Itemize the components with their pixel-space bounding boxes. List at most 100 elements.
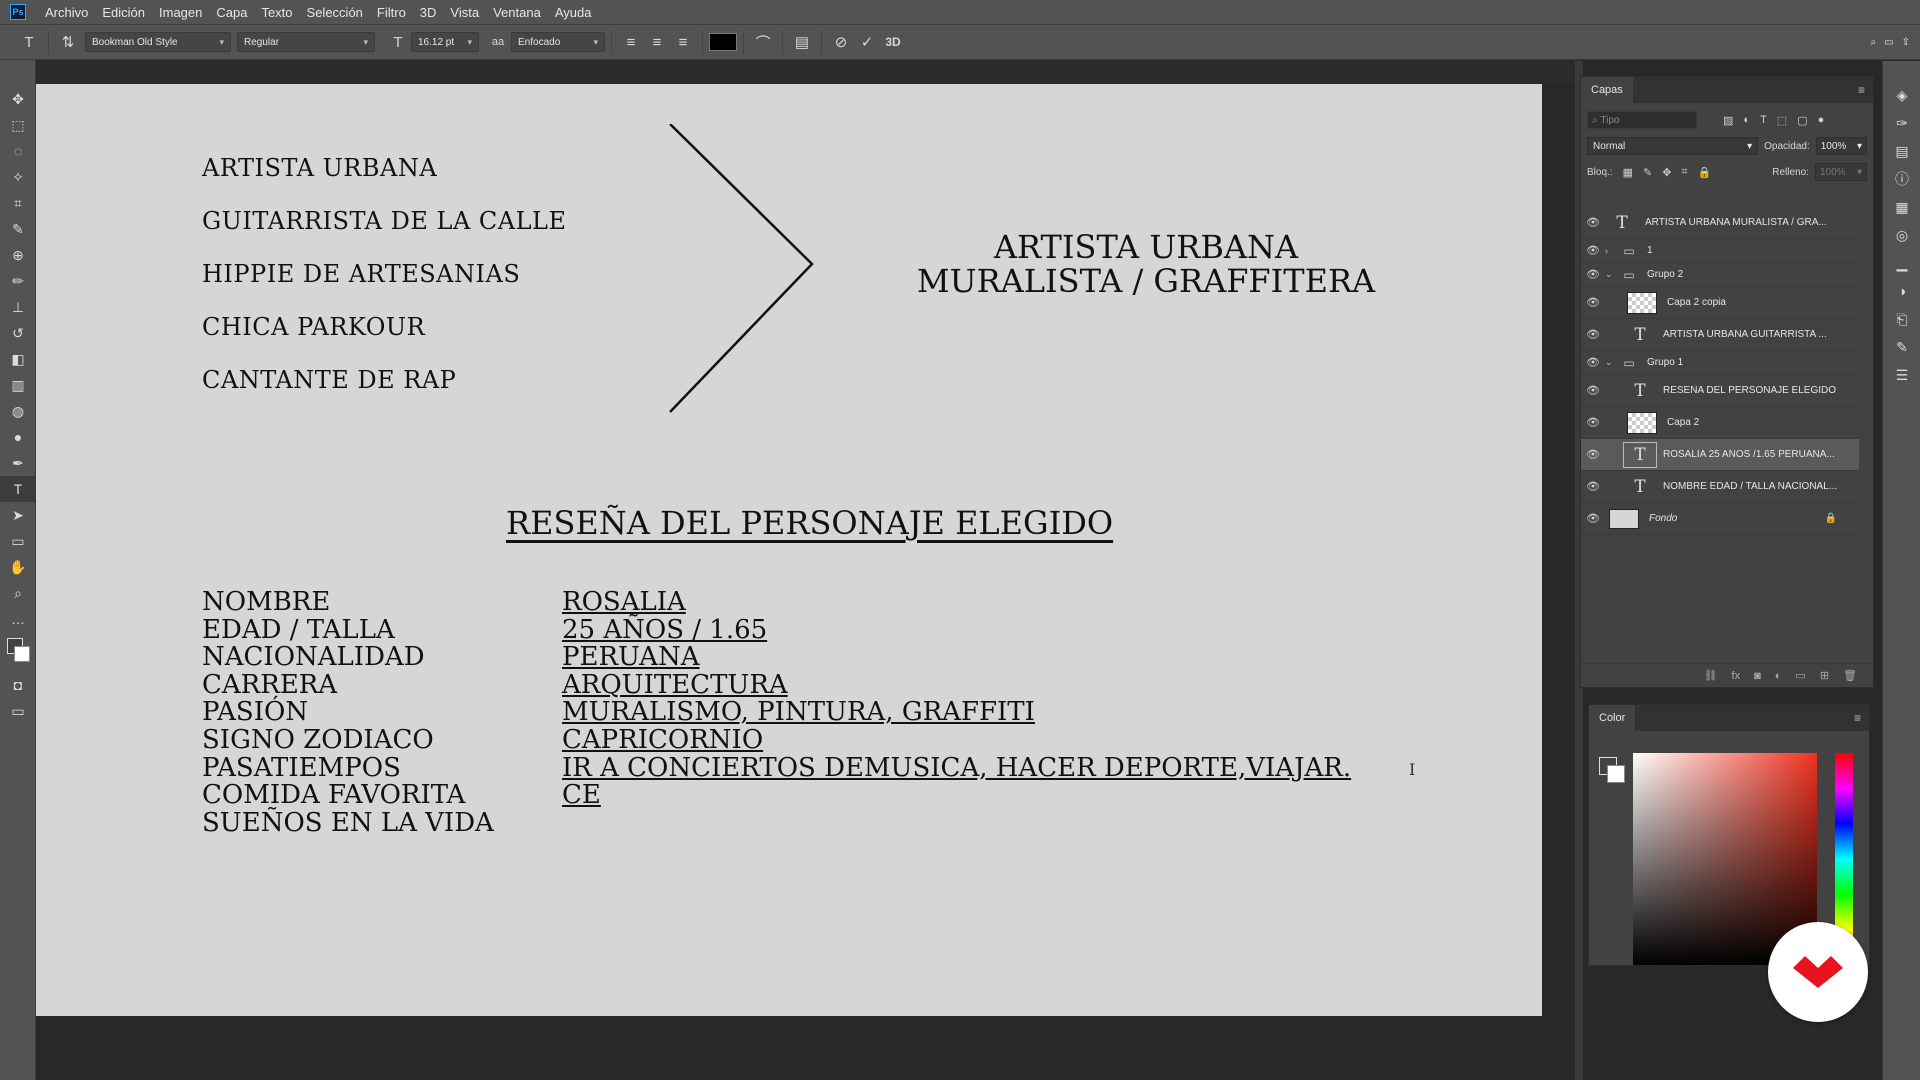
more-tools-icon[interactable]: …: [0, 606, 36, 632]
eraser-tool-icon[interactable]: ◧: [0, 346, 36, 372]
eye-icon[interactable]: 👁: [1581, 268, 1605, 281]
path-selection-tool-icon[interactable]: ➤: [0, 502, 36, 528]
menu-ayuda[interactable]: Ayuda: [548, 5, 599, 20]
type-tool-preset-icon[interactable]: T: [16, 29, 42, 55]
hand-tool-icon[interactable]: ✋: [0, 554, 36, 580]
canvas[interactable]: ARTISTA URBANA GUITARRISTA DE LA CALLE H…: [36, 84, 1542, 1016]
type-tool-icon[interactable]: T: [0, 476, 36, 502]
character-panel-icon[interactable]: ▤: [789, 29, 815, 55]
menu-filtro[interactable]: Filtro: [370, 5, 413, 20]
warp-text-icon[interactable]: ⌒: [750, 29, 776, 55]
eye-icon[interactable]: 👁: [1581, 416, 1605, 429]
trash-icon[interactable]: 🗑: [1843, 669, 1857, 682]
marquee-tool-icon[interactable]: ⬚: [0, 112, 36, 138]
text-color-swatch[interactable]: [709, 33, 737, 51]
font-style-select[interactable]: Regular ▾: [237, 32, 375, 52]
panel-menu-icon[interactable]: ≡: [1854, 711, 1861, 725]
layer-filter-input[interactable]: ⌕ Tipo: [1587, 111, 1697, 129]
blur-tool-icon[interactable]: ◍: [0, 398, 36, 424]
brush-tool-icon[interactable]: ✏: [0, 268, 36, 294]
menu-seleccion[interactable]: Selección: [300, 5, 370, 20]
libraries-icon[interactable]: ◈: [1883, 81, 1920, 109]
filter-toggle-icon[interactable]: ●: [1818, 114, 1825, 127]
move-tool-icon[interactable]: ✥: [0, 86, 36, 112]
font-family-select[interactable]: Bookman Old Style ▾: [85, 32, 231, 52]
workspace-icon[interactable]: ▭: [1884, 37, 1893, 48]
panel-menu-icon[interactable]: ≡: [1858, 83, 1865, 97]
layer-row[interactable]: 👁 T ARTISTA URBANA MURALISTA / GRA...: [1581, 207, 1859, 239]
tab-color[interactable]: Color: [1589, 705, 1636, 731]
layer-row[interactable]: 👁 T RESEÑA DEL PERSONAJE ELEGIDO: [1581, 375, 1859, 407]
eye-icon[interactable]: 👁: [1581, 244, 1605, 257]
layer-row-selected[interactable]: 👁 T ROSALIA 25 AÑOS /1.65 PERUANA...: [1581, 439, 1859, 471]
type-filter-icon[interactable]: T: [1760, 114, 1767, 127]
swatches-icon[interactable]: ▦: [1883, 193, 1920, 221]
menu-imagen[interactable]: Imagen: [152, 5, 209, 20]
brush-settings-icon[interactable]: ✎: [1883, 333, 1920, 361]
info-icon[interactable]: ⓘ: [1883, 165, 1920, 193]
commit-check-icon[interactable]: ✓: [854, 29, 880, 55]
menu-vista[interactable]: Vista: [443, 5, 486, 20]
layer-row[interactable]: 👁 ⌄ ▭ Grupo 2: [1581, 263, 1859, 287]
adjustment-layer-icon[interactable]: ◐: [1775, 670, 1782, 682]
cancel-icon[interactable]: ⊘: [828, 29, 854, 55]
background-color-swatch[interactable]: [14, 646, 30, 662]
align-center-icon[interactable]: ≡: [644, 29, 670, 55]
history-icon[interactable]: ⎗: [1883, 305, 1920, 333]
lock-all-icon[interactable]: 🔒: [1698, 166, 1712, 179]
rectangle-tool-icon[interactable]: ▭: [0, 528, 36, 554]
new-layer-icon[interactable]: ⊞: [1820, 669, 1829, 682]
eye-icon[interactable]: 👁: [1581, 328, 1605, 341]
background-color-swatch[interactable]: [1607, 765, 1625, 783]
healing-brush-tool-icon[interactable]: ⊕: [0, 242, 36, 268]
smart-object-filter-icon[interactable]: ▢: [1797, 114, 1807, 127]
fill-input[interactable]: 100% ▾: [1815, 163, 1867, 181]
tab-capas[interactable]: Capas: [1581, 77, 1633, 103]
magic-wand-tool-icon[interactable]: ✧: [0, 164, 36, 190]
layer-row[interactable]: 👁 ⌄ ▭ Grupo 1: [1581, 351, 1859, 375]
lock-pixels-icon[interactable]: ✎: [1643, 166, 1652, 179]
menu-capa[interactable]: Capa: [209, 5, 254, 20]
add-mask-icon[interactable]: ◙: [1754, 670, 1761, 682]
menu-3d[interactable]: 3D: [413, 5, 444, 20]
pixel-filter-icon[interactable]: ▨: [1723, 114, 1733, 127]
screen-mode-icon[interactable]: ▭: [0, 698, 36, 724]
eye-icon[interactable]: 👁: [1581, 448, 1605, 461]
adjustments-icon[interactable]: ◑: [1883, 277, 1920, 305]
profile-values-text-box[interactable]: ROSALIA 25 AÑOS / 1.65 PERUANA ARQUITECT…: [562, 588, 1351, 810]
eye-icon[interactable]: 👁: [1581, 296, 1605, 309]
layer-row[interactable]: 👁 › ▭ 1: [1581, 239, 1859, 263]
lock-position-icon[interactable]: ✥: [1662, 166, 1671, 179]
histogram-icon[interactable]: ▁: [1883, 249, 1920, 277]
3d-button[interactable]: 3D: [880, 29, 906, 55]
color-fg-bg[interactable]: [1599, 757, 1627, 785]
layer-row[interactable]: 👁 Capa 2 copia: [1581, 287, 1859, 319]
align-right-icon[interactable]: ≡: [670, 29, 696, 55]
quick-mask-icon[interactable]: ◘: [0, 672, 36, 698]
lasso-tool-icon[interactable]: ◌: [0, 138, 36, 164]
clone-stamp-tool-icon[interactable]: ⊥: [0, 294, 36, 320]
paths-icon[interactable]: ✑: [1883, 109, 1920, 137]
photoshop-logo-icon[interactable]: Ps: [10, 4, 26, 20]
adjustment-filter-icon[interactable]: ◐: [1743, 114, 1750, 127]
eye-icon[interactable]: 👁: [1581, 216, 1605, 229]
layer-row[interactable]: 👁 Fondo 🔒: [1581, 503, 1859, 535]
shape-filter-icon[interactable]: ⬚: [1777, 114, 1787, 127]
eyedropper-tool-icon[interactable]: ✎: [0, 216, 36, 242]
eye-icon[interactable]: 👁: [1581, 356, 1605, 369]
menu-texto[interactable]: Texto: [254, 5, 299, 20]
fg-bg-colors[interactable]: [0, 632, 36, 672]
dodge-tool-icon[interactable]: ●: [0, 424, 36, 450]
align-left-icon[interactable]: ≡: [618, 29, 644, 55]
zoom-tool-icon[interactable]: ⌕: [0, 580, 36, 606]
learn-icon[interactable]: ▤: [1883, 137, 1920, 165]
font-size-select[interactable]: 16.12 pt ▾: [411, 32, 479, 52]
link-layers-icon[interactable]: ⛓: [1704, 669, 1718, 682]
properties-icon[interactable]: ☰: [1883, 361, 1920, 389]
eye-icon[interactable]: 👁: [1581, 480, 1605, 493]
eye-icon[interactable]: 👁: [1581, 384, 1605, 397]
search-icon[interactable]: ⌕: [1871, 37, 1877, 48]
menu-edicion[interactable]: Edición: [95, 5, 152, 20]
layer-style-icon[interactable]: fx: [1732, 670, 1741, 682]
chevron-right-icon[interactable]: ›: [1605, 246, 1617, 256]
